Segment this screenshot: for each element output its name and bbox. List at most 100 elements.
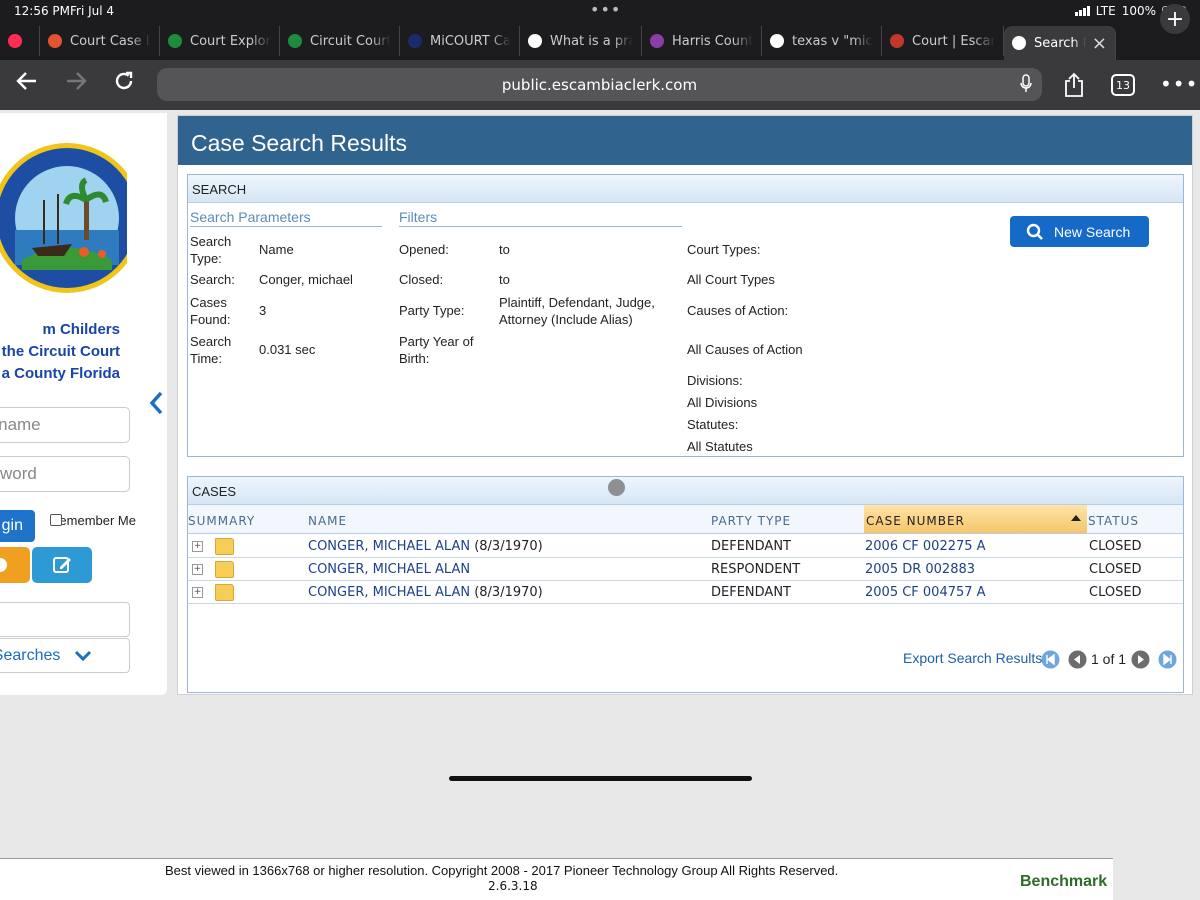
status-cell: CLOSED [1089, 562, 1142, 577]
export-search-results-link[interactable]: Export Search Results [903, 650, 1042, 666]
folder-icon[interactable] [215, 561, 234, 578]
party-dob: (8/3/1970) [474, 585, 543, 600]
sort-ascending-icon [1071, 515, 1081, 521]
prev-page-icon[interactable] [1068, 650, 1087, 669]
browser-tab[interactable]: Court | Escar [882, 26, 1004, 56]
col-name[interactable]: NAME [308, 505, 688, 533]
forward-arrow-icon[interactable] [65, 70, 87, 98]
browser-tab[interactable]: Search R × [1004, 26, 1116, 60]
case-number-link[interactable]: 2006 CF 002275 A [865, 539, 986, 554]
param-label: Search Time: [190, 334, 232, 366]
password-field[interactable]: ssword [0, 456, 130, 492]
party-name-cell[interactable]: CONGER, MICHAEL ALAN [308, 562, 470, 577]
checkbox-icon[interactable] [50, 514, 62, 526]
edit-icon [53, 557, 71, 573]
party-name-cell[interactable]: CONGER, MICHAEL ALAN (8/3/1970) [308, 585, 543, 600]
multitasking-dots-icon[interactable]: ••• [590, 0, 621, 19]
filter-label: Party Year of Birth: [399, 334, 474, 366]
param-value: Conger, michael [259, 272, 353, 287]
tab-favicon-icon [890, 34, 904, 48]
table-row[interactable]: + CONGER, MICHAEL ALAN (8/3/1970) DEFENDAN… [188, 535, 1183, 558]
more-icon[interactable]: ••• [1160, 72, 1198, 96]
col-case-number[interactable]: CASE NUMBER [864, 505, 1087, 533]
party-type-cell: RESPONDENT [711, 562, 801, 577]
search-nav-button[interactable]: h [0, 602, 130, 637]
help-button[interactable] [0, 547, 30, 583]
filter-label: Divisions: [687, 373, 743, 388]
url-text: public.escambiaclerk.com [501, 75, 698, 94]
col-case-number-label: CASE NUMBER [866, 514, 965, 528]
party-name-link[interactable]: CONGER, MICHAEL ALAN [308, 562, 470, 577]
browser-tab[interactable]: Court Explor [160, 26, 280, 56]
share-icon[interactable] [1063, 72, 1085, 98]
tab-label: Search R [1034, 35, 1086, 51]
folder-icon[interactable] [215, 584, 234, 601]
remember-me-checkbox[interactable]: Remember Me [48, 510, 138, 531]
username-field[interactable]: ername [0, 407, 130, 443]
last-page-icon[interactable] [1158, 650, 1177, 669]
florida-seal-icon [0, 143, 127, 293]
tab-favicon-icon [288, 34, 302, 48]
param-label: Search: [190, 272, 235, 287]
filter-label: Statutes: [687, 417, 739, 432]
party-name-link[interactable]: CONGER, MICHAEL ALAN [308, 539, 470, 554]
tab-label: Harris Count [672, 33, 753, 49]
new-tab-button[interactable]: + [1160, 4, 1190, 34]
party-name-link[interactable]: CONGER, MICHAEL ALAN [308, 585, 470, 600]
tab-label: Court Case L [70, 33, 151, 49]
browser-tab[interactable]: Harris Count [642, 26, 762, 56]
browser-tab[interactable]: What is a pra [520, 26, 642, 56]
close-tab-icon[interactable]: × [1092, 33, 1107, 54]
drag-handle[interactable] [608, 479, 625, 496]
expand-icon[interactable]: + [192, 564, 203, 575]
login-button[interactable]: gin [0, 510, 35, 542]
col-status[interactable]: STATUS [1088, 505, 1178, 533]
case-number-link[interactable]: 2005 DR 002883 [865, 562, 975, 577]
home-indicator[interactable] [449, 776, 752, 781]
status-time: 12:56 PM [14, 4, 70, 18]
back-arrow-icon[interactable] [16, 70, 38, 98]
network-label: LTE [1095, 4, 1116, 18]
table-row[interactable]: + CONGER, MICHAEL ALAN (8/3/1970) DEFENDAN… [188, 581, 1183, 604]
folder-icon[interactable] [215, 538, 234, 555]
tab-favicon-icon [408, 34, 422, 48]
party-dob: (8/3/1970) [474, 539, 543, 554]
recent-searches-label: nt Searches [0, 646, 61, 664]
register-button[interactable] [32, 547, 92, 583]
mic-icon[interactable] [1020, 74, 1032, 94]
new-search-button[interactable]: New Search [1010, 216, 1149, 247]
browser-tab[interactable]: Court Case L [40, 26, 160, 56]
param-label: Search Type: [190, 234, 232, 266]
expand-icon[interactable]: + [192, 587, 203, 598]
expand-icon[interactable]: + [192, 541, 203, 552]
clerk-name-line-2: the Circuit Court [1, 343, 120, 360]
col-summary[interactable]: SUMMARY [188, 505, 298, 533]
party-type-cell: DEFENDANT [711, 585, 791, 600]
search-section-title: SEARCH [188, 175, 1183, 203]
chevron-left-icon[interactable] [148, 390, 164, 416]
recent-searches-button[interactable]: nt Searches [0, 638, 130, 673]
browser-tab[interactable]: MiCOURT Ca [400, 26, 520, 56]
filter-label: Causes of Action: [687, 303, 789, 318]
new-search-label: New Search [1054, 223, 1131, 240]
table-row[interactable]: + CONGER, MICHAEL ALAN RESPONDENT 2005 DR … [188, 558, 1183, 581]
browser-tab[interactable] [0, 26, 40, 56]
tabs-icon[interactable]: 13 [1111, 74, 1135, 96]
first-page-icon[interactable] [1041, 650, 1060, 669]
filter-value: Plaintiff, Defendant, Judge, Attorney (I… [499, 295, 655, 327]
search-icon [1026, 223, 1043, 240]
browser-tab[interactable]: texas v "mich [762, 26, 882, 56]
case-number-link[interactable]: 2005 CF 004757 A [865, 585, 986, 600]
tab-label: Circuit Court [310, 33, 391, 49]
browser-tab[interactable]: Circuit Court [280, 26, 400, 56]
clerk-sidebar: m Childers the Circuit Court a County Fl… [0, 113, 167, 695]
reload-icon[interactable] [113, 70, 135, 98]
col-party-type[interactable]: PARTY TYPE [711, 505, 861, 533]
search-parameters-heading: Search Parameters [190, 209, 382, 227]
param-value: 0.031 sec [259, 342, 316, 357]
party-name-cell[interactable]: CONGER, MICHAEL ALAN (8/3/1970) [308, 539, 543, 554]
url-field[interactable]: public.escambiaclerk.com [157, 68, 1042, 101]
tab-favicon-icon [528, 34, 542, 48]
signal-icon [1074, 6, 1090, 16]
next-page-icon[interactable] [1131, 650, 1150, 669]
